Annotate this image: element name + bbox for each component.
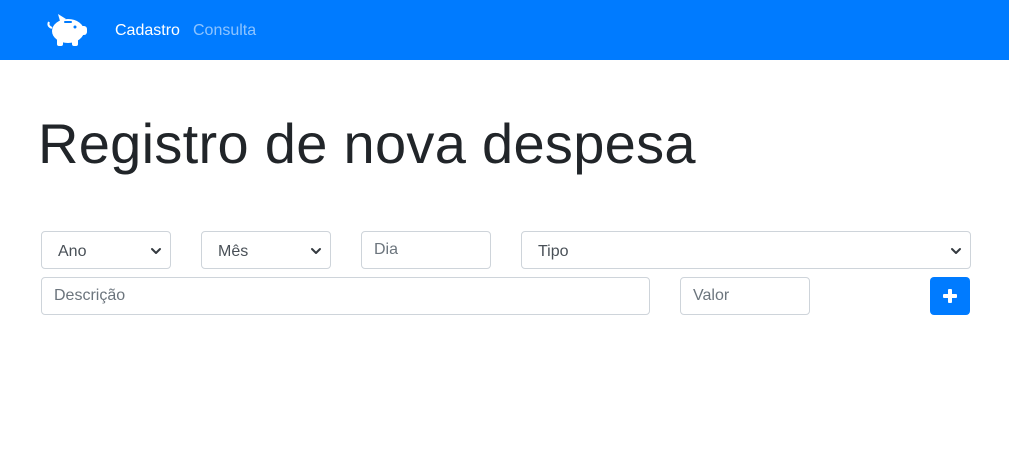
descricao-input[interactable] <box>41 277 650 315</box>
mes-select[interactable]: Mês <box>201 231 331 269</box>
nav-link-cadastro[interactable]: Cadastro <box>115 21 180 40</box>
mes-select-value: Mês <box>218 243 249 260</box>
valor-input[interactable] <box>680 277 810 315</box>
page-title: Registro de nova despesa <box>38 112 696 175</box>
chevron-down-icon <box>311 248 321 254</box>
add-expense-button[interactable] <box>930 277 970 315</box>
chevron-down-icon <box>151 248 161 254</box>
tipo-select[interactable]: Tipo <box>521 231 971 269</box>
ano-select-value: Ano <box>58 243 87 260</box>
plus-icon <box>943 289 957 303</box>
nav-link-consulta[interactable]: Consulta <box>193 21 256 40</box>
chevron-down-icon <box>951 248 961 254</box>
tipo-select-value: Tipo <box>538 243 569 260</box>
dia-input[interactable] <box>361 231 491 269</box>
piggy-bank-icon[interactable] <box>46 12 90 48</box>
navbar: Cadastro Consulta <box>0 0 1009 60</box>
ano-select[interactable]: Ano <box>41 231 171 269</box>
